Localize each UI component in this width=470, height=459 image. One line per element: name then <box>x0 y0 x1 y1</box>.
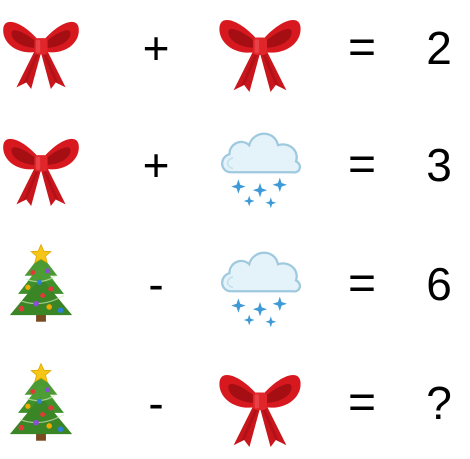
equals-text: = <box>347 21 377 74</box>
equals-sign: = <box>332 236 392 332</box>
result-value: 3 <box>408 117 470 213</box>
operator-text: + <box>142 139 170 191</box>
result-text: ? <box>426 377 452 429</box>
equation-row-3: - = 6 <box>0 236 470 332</box>
result-text: 3 <box>426 139 452 191</box>
equation-row-1: + = 2 <box>0 0 470 96</box>
christmas-tree-icon <box>0 236 82 332</box>
red-bow-icon <box>214 0 306 96</box>
answer-placeholder: ? <box>408 355 470 451</box>
operator-text: + <box>142 22 170 74</box>
equals-text: = <box>347 138 377 191</box>
equation-row-2: + = 3 <box>0 117 470 213</box>
emoji-math-puzzle: + = 2 + = 3 - = 6 - = ? <box>0 0 470 459</box>
minus-operator: - <box>132 355 180 451</box>
result-text: 6 <box>426 258 452 310</box>
red-bow-icon <box>0 117 82 213</box>
red-bow-icon <box>214 355 306 451</box>
operator-text: - <box>148 258 164 310</box>
equals-sign: = <box>332 117 392 213</box>
snow-cloud-icon <box>214 236 306 332</box>
result-value: 2 <box>408 0 470 96</box>
result-value: 6 <box>408 236 470 332</box>
snow-cloud-icon <box>214 117 306 213</box>
operator-text: - <box>148 377 164 429</box>
equals-text: = <box>347 257 377 310</box>
red-bow-icon <box>0 0 82 96</box>
equals-text: = <box>347 376 377 429</box>
christmas-tree-icon <box>0 355 82 451</box>
equation-row-4: - = ? <box>0 355 470 451</box>
equals-sign: = <box>332 0 392 96</box>
plus-operator: + <box>132 117 180 213</box>
result-text: 2 <box>426 22 452 74</box>
plus-operator: + <box>132 0 180 96</box>
equals-sign: = <box>332 355 392 451</box>
minus-operator: - <box>132 236 180 332</box>
